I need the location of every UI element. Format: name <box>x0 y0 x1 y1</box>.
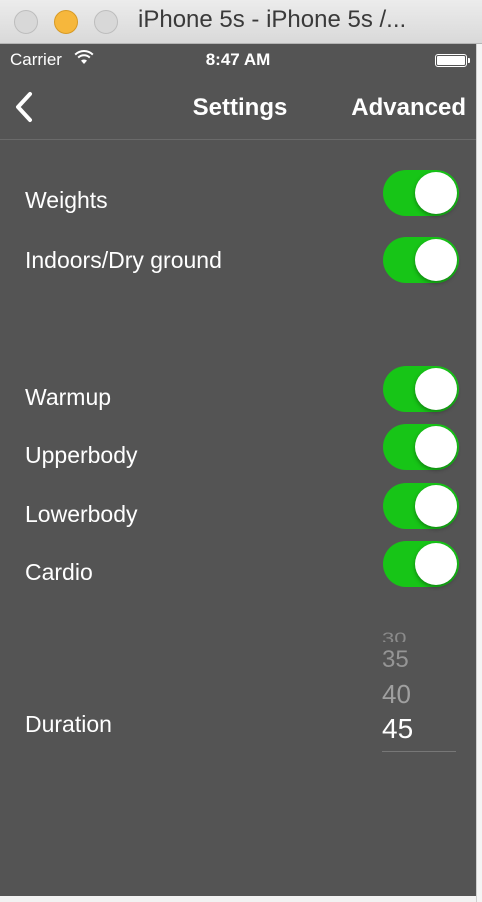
status-bar: Carrier 8:47 AM <box>0 44 476 74</box>
battery-icon <box>435 54 467 67</box>
window-title: iPhone 5s - iPhone 5s /... <box>138 6 407 33</box>
duration-picker[interactable]: 30 35 40 45 <box>382 624 456 754</box>
status-time: 8:47 AM <box>205 50 271 69</box>
indoors-toggle[interactable] <box>383 237 459 283</box>
window-zoom-button[interactable] <box>94 10 118 34</box>
weights-label: Weights <box>25 187 108 213</box>
picker-option[interactable]: 30 <box>382 629 406 642</box>
indoors-label: Indoors/Dry ground <box>25 247 222 273</box>
toggle-knob <box>415 239 457 281</box>
picker-selected-value[interactable]: 45 <box>382 713 413 745</box>
battery-tip <box>468 58 470 63</box>
simulator-title-bar: iPhone 5s - iPhone 5s /... <box>0 0 482 44</box>
window-close-button[interactable] <box>14 10 38 34</box>
warmup-toggle[interactable] <box>383 366 459 412</box>
window-minimize-button[interactable] <box>54 10 78 34</box>
toggle-knob <box>415 426 457 468</box>
window-bottom-edge <box>0 896 476 902</box>
window-right-edge <box>476 44 482 902</box>
upperbody-label: Upperbody <box>25 442 138 468</box>
warmup-label: Warmup <box>25 384 112 410</box>
picker-option[interactable]: 35 <box>382 646 409 674</box>
lowerbody-toggle[interactable] <box>383 483 459 529</box>
cardio-toggle[interactable] <box>383 541 459 587</box>
toggle-knob <box>415 368 457 410</box>
cardio-label: Cardio <box>25 559 93 585</box>
lowerbody-label: Lowerbody <box>25 501 138 527</box>
device-screen: Carrier 8:47 AM Settings Advanced Weight… <box>0 44 476 896</box>
weights-toggle[interactable] <box>383 170 459 216</box>
upperbody-toggle[interactable] <box>383 424 459 470</box>
toggle-knob <box>415 172 457 214</box>
navigation-bar: Settings Advanced <box>0 74 476 140</box>
toggle-knob <box>415 543 457 585</box>
picker-selection-line <box>382 751 456 752</box>
picker-option[interactable]: 40 <box>382 679 411 710</box>
duration-label: Duration <box>25 711 112 737</box>
advanced-button[interactable]: Advanced <box>351 94 466 122</box>
toggle-knob <box>415 485 457 527</box>
